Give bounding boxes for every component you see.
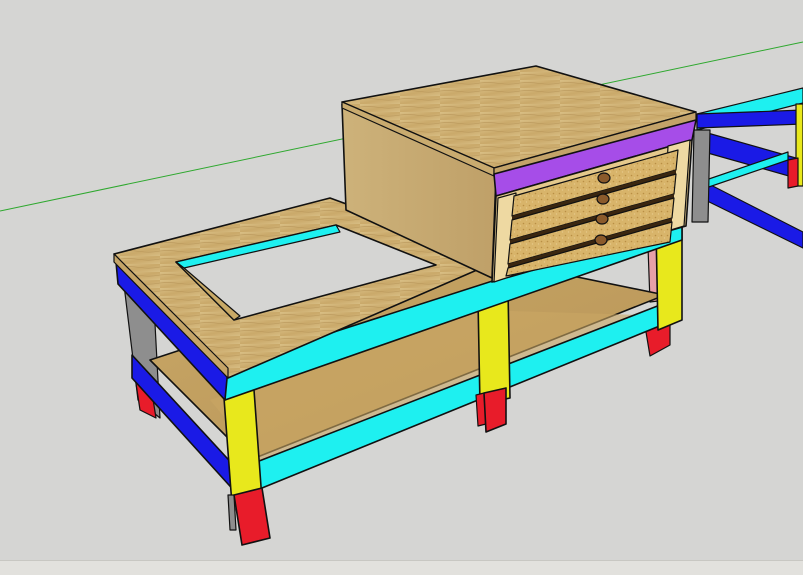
drawer-knob-icon[interactable] [597, 172, 611, 184]
drawer-knob-icon[interactable] [596, 193, 610, 205]
workbench-model-canvas[interactable] [0, 0, 803, 560]
drawer-knob-icon[interactable] [595, 213, 609, 225]
second-bench-partial[interactable] [691, 87, 803, 249]
drawer-knob-icon[interactable] [594, 234, 608, 246]
3d-viewport[interactable] [0, 0, 803, 560]
status-bar [0, 560, 803, 575]
